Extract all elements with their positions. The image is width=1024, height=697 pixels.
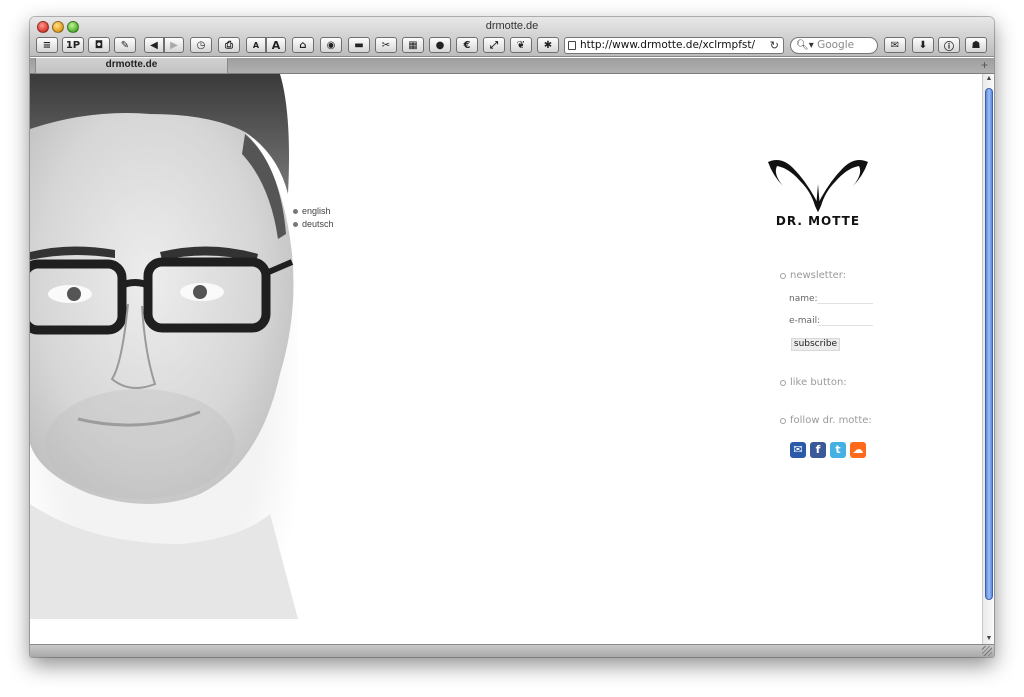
email-label: e-mail: — [789, 316, 821, 326]
moth-logo-icon — [768, 160, 868, 212]
follow-heading: follow dr. motte: — [780, 415, 872, 426]
search-placeholder: Google — [817, 39, 855, 51]
email-input[interactable] — [817, 315, 873, 326]
portrait-photo — [30, 74, 298, 619]
display-icon[interactable]: ▬ — [348, 37, 370, 53]
language-deutsch[interactable]: deutsch — [293, 218, 334, 231]
expand-icon[interactable]: ⤢ — [483, 37, 505, 53]
history-icon[interactable]: ◷ — [190, 37, 212, 53]
mail-icon[interactable]: ✉ — [884, 37, 906, 53]
page-favicon-icon — [568, 41, 576, 50]
window-title: drmotte.de — [485, 20, 539, 32]
newsletter-heading: newsletter: — [780, 270, 846, 281]
facebook-icon[interactable]: f — [810, 442, 826, 458]
status-bar — [30, 644, 994, 657]
tab-bar: drmotte.de + — [30, 58, 994, 74]
extension-bug-icon[interactable]: ☗ — [965, 37, 987, 53]
browser-window: drmotte.de ≡ 1P ◘ ✎ ◀ ▶ ◷ ⎙ A A ⌂ ◉ ▬ ✂ … — [30, 17, 994, 657]
soundcloud-icon[interactable]: ☁ — [850, 442, 866, 458]
url-text: http://www.drmotte.de/xclrmpfst/ — [580, 39, 756, 51]
vertical-scrollbar[interactable]: ▲ ▼ — [982, 74, 994, 644]
twitter-icon[interactable]: t — [830, 442, 846, 458]
onepassword-button[interactable]: 1P — [62, 37, 84, 53]
like-button-heading: like button: — [780, 377, 847, 388]
subscribe-button[interactable]: subscribe — [791, 338, 840, 351]
myspace-icon[interactable]: ✉ — [790, 442, 806, 458]
new-tab-button[interactable]: + — [981, 58, 988, 73]
ring-icon — [780, 417, 786, 424]
scroll-thumb[interactable] — [985, 88, 993, 600]
name-label: name: — [789, 294, 818, 304]
title-bar: drmotte.de ≡ 1P ◘ ✎ ◀ ▶ ◷ ⎙ A A ⌂ ◉ ▬ ✂ … — [30, 17, 994, 57]
grid-icon[interactable]: ▦ — [402, 37, 424, 53]
cut-icon[interactable]: ✂ — [375, 37, 397, 53]
reload-icon[interactable]: ↻ — [770, 38, 779, 53]
name-input[interactable] — [817, 293, 873, 304]
search-field[interactable]: 🔍︎▾ Google — [790, 37, 878, 54]
forward-icon[interactable]: ▶ — [164, 37, 184, 53]
download-icon[interactable]: ⬇ — [912, 37, 934, 53]
screenshot-icon[interactable]: ◘ — [88, 37, 110, 53]
bullet-icon — [293, 222, 298, 227]
text-bigger-button[interactable]: A — [266, 37, 286, 53]
bullet-icon — [293, 209, 298, 214]
leaf-icon[interactable]: ❦ — [510, 37, 532, 53]
info-icon[interactable]: ⓘ — [938, 37, 960, 53]
scroll-down-icon[interactable]: ▼ — [983, 634, 994, 644]
print-icon[interactable]: ⎙ — [218, 37, 240, 53]
euro-button[interactable]: € — [456, 37, 478, 53]
resize-grip-icon[interactable] — [982, 646, 992, 656]
language-list: english deutsch — [293, 205, 334, 231]
ring-icon — [780, 379, 786, 386]
search-icon: 🔍︎▾ — [796, 40, 814, 51]
desktop: drmotte.de ≡ 1P ◘ ✎ ◀ ▶ ◷ ⎙ A A ⌂ ◉ ▬ ✂ … — [0, 0, 1024, 697]
back-icon[interactable]: ◀ — [144, 37, 164, 53]
bookmarks-icon[interactable]: ≡ — [36, 37, 58, 53]
tab-drmotte[interactable]: drmotte.de — [35, 58, 228, 74]
record-icon[interactable]: ◉ — [320, 37, 342, 53]
language-english[interactable]: english — [293, 205, 334, 218]
text-smaller-button[interactable]: A — [246, 37, 266, 53]
portrait-illustration — [30, 74, 298, 619]
edit-icon[interactable]: ✎ — [114, 37, 136, 53]
logo-text: DR. MOTTE — [775, 214, 861, 228]
web-content: english deutsch DR. MOTTE newsletter: na… — [30, 74, 994, 644]
globe-icon[interactable]: ● — [429, 37, 451, 53]
bank-icon[interactable]: ⌂ — [292, 37, 314, 53]
drmotte-logo[interactable]: DR. MOTTE — [763, 154, 873, 234]
ring-icon — [780, 272, 786, 279]
scroll-up-icon[interactable]: ▲ — [983, 74, 994, 84]
bug-icon[interactable]: ✱ — [537, 37, 559, 53]
address-bar[interactable]: http://www.drmotte.de/xclrmpfst/ ↻ — [564, 37, 784, 54]
